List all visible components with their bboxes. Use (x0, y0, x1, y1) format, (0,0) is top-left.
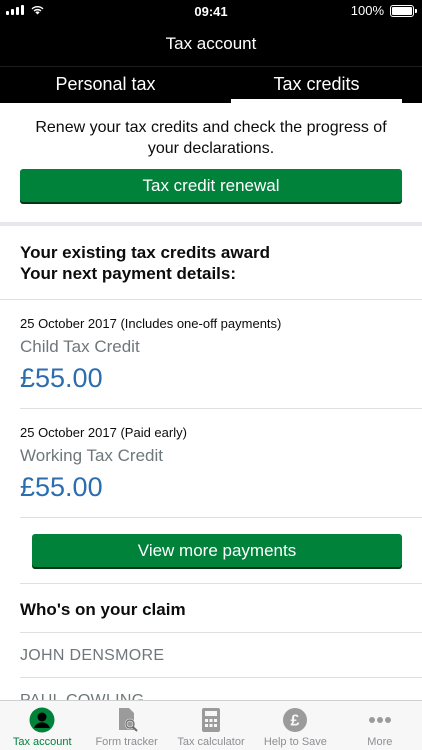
battery-percent: 100% (350, 3, 384, 18)
view-more-payments-button[interactable]: View more payments (32, 534, 402, 567)
award-title: Your existing tax credits award (20, 243, 271, 262)
payment-amount: £55.00 (20, 363, 103, 393)
battery-icon (390, 4, 417, 17)
tab-tax-credits[interactable]: Tax credits (211, 67, 422, 103)
tabbar-label: More (367, 736, 393, 748)
award-heading: Your existing tax credits award Your nex… (0, 226, 422, 300)
page-title: Tax account (165, 34, 257, 53)
tabbar-more[interactable]: More (338, 701, 422, 750)
renew-section: Renew your tax credits and check the pro… (0, 103, 422, 226)
tax-credit-renewal-button[interactable]: Tax credit renewal (20, 169, 402, 202)
form-search-icon (118, 708, 138, 732)
claim-heading: Who's on your claim (20, 584, 422, 633)
bottom-tab-bar: Tax account Form tracker Tax calculator … (0, 700, 422, 750)
more-payments-section: View more payments (20, 518, 422, 584)
calculator-icon (202, 708, 221, 732)
payment-item: 25 October 2017 (Includes one-off paymen… (20, 300, 422, 409)
payment-date: 25 October 2017 (Includes one-off paymen… (20, 316, 282, 331)
payment-date: 25 October 2017 (Paid early) (20, 425, 187, 440)
tab-bar-top: Personal tax Tax credits (0, 66, 422, 103)
tabbar-label: Help to Save (263, 736, 327, 748)
svg-text:£: £ (291, 713, 300, 730)
tabbar-tax-calculator[interactable]: Tax calculator (169, 701, 253, 750)
payment-item: 25 October 2017 (Paid early) Working Tax… (20, 409, 422, 518)
payment-type: Child Tax Credit (20, 337, 140, 356)
payment-amount: £55.00 (20, 472, 103, 502)
main-content[interactable]: Renew your tax credits and check the pro… (0, 103, 422, 700)
status-bar: 09:41 100% (0, 0, 422, 22)
tab-personal-tax[interactable]: Personal tax (0, 67, 211, 103)
tabbar-tax-account[interactable]: Tax account (0, 701, 84, 750)
tabbar-label: Tax account (12, 736, 72, 748)
payment-type: Working Tax Credit (20, 446, 163, 465)
next-payment-title: Your next payment details: (20, 264, 237, 283)
tabbar-label: Form tracker (95, 736, 158, 748)
tabbar-form-tracker[interactable]: Form tracker (84, 701, 168, 750)
tabbar-label: Tax calculator (177, 736, 245, 748)
more-dots-icon (368, 717, 391, 723)
claimant-item[interactable]: JOHN DENSMORE (20, 633, 422, 678)
tabbar-help-to-save[interactable]: £ Help to Save (253, 701, 337, 750)
navigation-bar: Tax account (0, 22, 422, 66)
renew-description: Renew your tax credits and check the pro… (35, 119, 387, 157)
person-icon (29, 707, 55, 733)
claimant-item[interactable]: PAUL COWLING (20, 678, 422, 700)
status-right: 100% (350, 3, 417, 18)
pound-coin-icon: £ (283, 708, 308, 732)
